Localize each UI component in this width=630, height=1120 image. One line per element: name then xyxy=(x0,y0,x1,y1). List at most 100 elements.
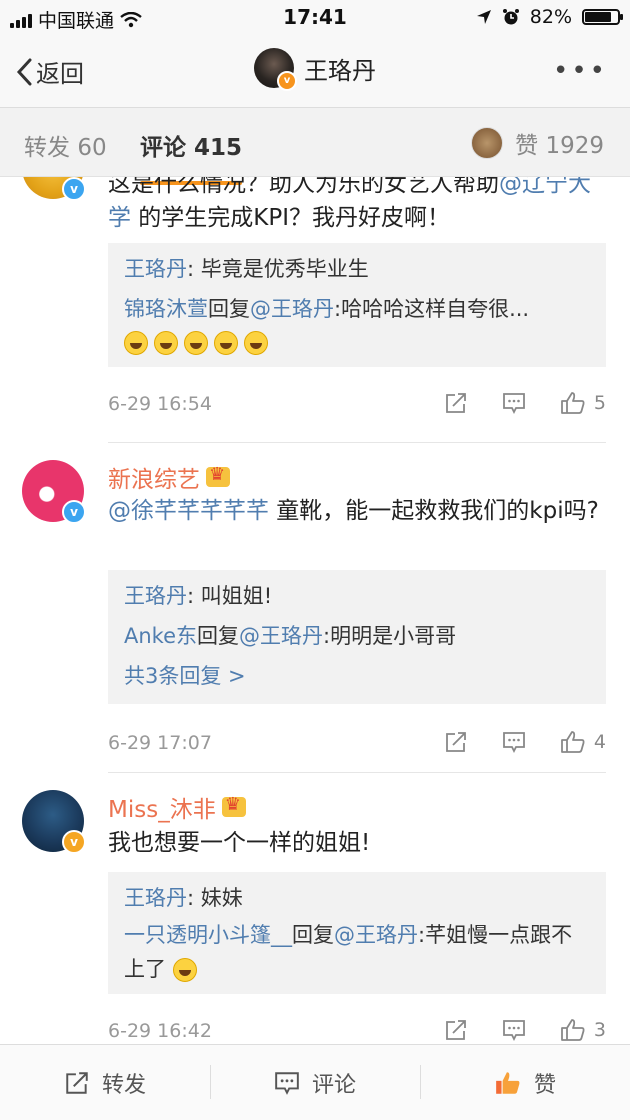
battery-icon xyxy=(582,9,623,25)
reply-author[interactable]: 王珞丹 xyxy=(124,584,187,608)
comment-text-part: 童靴，能一起救救我们的kpi吗? xyxy=(269,498,599,524)
battery-percent: 82% xyxy=(529,6,572,28)
comment-text: @徐芊芊芊芊芊 童靴，能一起救救我们的kpi吗? xyxy=(108,494,606,528)
laughing-crying-emoji-icon xyxy=(244,331,268,355)
comment-date: 6-29 17:07 xyxy=(108,732,212,754)
more-options-icon[interactable]: ••• xyxy=(553,56,608,86)
divider xyxy=(108,772,606,773)
liker-avatar xyxy=(471,127,504,159)
reply-box[interactable]: 王珞丹: 妹妹 一只透明小斗篷__回复@王珞丹:芊姐慢一点跟不上了 xyxy=(108,872,606,994)
tab-likes[interactable]: 赞 1929 xyxy=(471,126,604,160)
comment-icon xyxy=(275,1071,299,1095)
reply-button[interactable] xyxy=(502,1019,526,1041)
comment-text: 这是什么情况？助人为乐的女艺人帮助@辽宁大学 的学生完成KPI？我丹好皮啊！ xyxy=(108,177,606,235)
verified-badge-icon: v xyxy=(277,71,297,91)
like-button[interactable]: 3 xyxy=(560,1018,606,1042)
share-button[interactable] xyxy=(444,1018,468,1042)
reply-text: : 叫姐姐! xyxy=(187,584,273,608)
tab-comment[interactable]: 评论 415 xyxy=(140,128,243,185)
reply-text: 回复 xyxy=(208,297,250,321)
comment-text-part: 这是什么情况？助人为乐的女艺人帮助 xyxy=(108,177,499,197)
reply-text: :明明是小哥哥 xyxy=(323,624,457,648)
divider xyxy=(108,442,606,443)
alarm-icon xyxy=(502,9,519,25)
author-name[interactable]: 新浪综艺 xyxy=(108,460,200,494)
verified-badge-icon: v xyxy=(62,500,86,524)
reply-button[interactable] xyxy=(502,731,526,753)
comment-list[interactable]: v 这是什么情况？助人为乐的女艺人帮助@辽宁大学 的学生完成KPI？我丹好皮啊！… xyxy=(0,177,630,1045)
reply-text: 回复 xyxy=(197,624,240,648)
tab-bar: 转发 60 评论 415 赞 1929 xyxy=(0,108,630,185)
reply-line: 王珞丹: 妹妹 xyxy=(124,878,590,918)
comment-meta: 6-29 16:54 5 xyxy=(108,391,606,421)
laughing-crying-emoji-icon xyxy=(184,331,208,355)
emoji-row xyxy=(124,329,590,359)
comment-button[interactable]: 评论 xyxy=(210,1045,420,1120)
reply-button[interactable] xyxy=(502,392,526,414)
thumbs-up-icon xyxy=(561,731,585,753)
tab-like-count: 1929 xyxy=(545,133,604,159)
avatar[interactable]: v xyxy=(254,48,297,91)
more-replies-link[interactable]: 共3条回复 > xyxy=(124,656,590,696)
reply-box[interactable]: 王珞丹: 毕竟是优秀毕业生 锦珞沐萱回复@王珞丹:哈哈哈这样自夸很... xyxy=(108,243,606,367)
like-count: 4 xyxy=(593,731,606,753)
share-button[interactable] xyxy=(444,730,468,754)
share-button[interactable] xyxy=(444,391,468,415)
like-label: 赞 xyxy=(533,1072,556,1098)
like-button[interactable]: 赞 xyxy=(420,1045,630,1120)
mention-link[interactable]: @王珞丹 xyxy=(334,923,418,947)
reply-text: :哈哈哈这样自夸很... xyxy=(334,297,530,321)
page-title: 王珞丹 xyxy=(304,56,376,85)
comment-author[interactable]: 新浪综艺 xyxy=(108,460,230,494)
laughing-crying-emoji-icon xyxy=(124,331,148,355)
comment-author[interactable]: Miss_沐非 xyxy=(108,790,246,824)
tab-repost-count: 60 xyxy=(77,135,107,161)
reply-line: 王珞丹: 毕竟是优秀毕业生 xyxy=(124,249,590,289)
bottom-toolbar: 转发 评论 赞 xyxy=(0,1044,630,1120)
like-count: 5 xyxy=(593,392,606,414)
like-button[interactable]: 5 xyxy=(560,391,606,415)
tab-like-label: 赞 xyxy=(515,133,539,159)
reply-author[interactable]: 一只透明小斗篷__ xyxy=(124,923,292,947)
like-count: 3 xyxy=(593,1019,606,1041)
thumbs-up-icon xyxy=(496,1071,520,1094)
tab-comment-label: 评论 xyxy=(140,135,186,161)
avatar[interactable]: v xyxy=(22,790,86,854)
reply-author[interactable]: 王珞丹 xyxy=(124,257,187,281)
laughing-crying-emoji-icon xyxy=(172,958,197,982)
reply-box[interactable]: 王珞丹: 叫姐姐! Anke东回复@王珞丹:明明是小哥哥 共3条回复 > xyxy=(108,570,606,704)
mention-link[interactable]: @徐芊芊芊芊芊 xyxy=(108,498,269,524)
comment-item: v 新浪综艺 @徐芊芊芊芊芊 童靴，能一起救救我们的kpi吗? 王珞丹: 叫姐姐… xyxy=(0,460,630,770)
reply-line: Anke东回复@王珞丹:明明是小哥哥 xyxy=(124,616,590,656)
status-bar: 中国联通 17:41 82% xyxy=(0,0,630,34)
battery-fill xyxy=(585,12,612,22)
thumbs-up-icon xyxy=(561,1019,585,1041)
reply-text: : 毕竟是优秀毕业生 xyxy=(187,257,369,281)
crown-icon xyxy=(221,794,246,817)
reply-author[interactable]: 王珞丹 xyxy=(124,886,187,910)
repost-button[interactable]: 转发 xyxy=(0,1045,210,1120)
laughing-crying-emoji-icon xyxy=(154,331,178,355)
comment-item: v 这是什么情况？助人为乐的女艺人帮助@辽宁大学 的学生完成KPI？我丹好皮啊！… xyxy=(0,177,630,437)
author-name[interactable]: Miss_沐非 xyxy=(108,790,216,824)
comment-icon xyxy=(503,732,525,753)
comment-label: 评论 xyxy=(311,1072,356,1098)
avatar[interactable]: v xyxy=(22,460,86,524)
comment-icon xyxy=(503,393,525,414)
share-icon xyxy=(66,1071,88,1094)
mention-link[interactable]: @王珞丹 xyxy=(250,297,334,321)
reply-author[interactable]: 锦珞沐萱 xyxy=(124,297,208,321)
navigation-bar: 返回 v 王珞丹 ••• xyxy=(0,34,630,108)
crown-icon xyxy=(206,464,230,487)
location-icon xyxy=(476,10,491,24)
comment-date: 6-29 16:54 xyxy=(108,393,212,415)
reply-author[interactable]: Anke东 xyxy=(124,624,197,648)
nav-profile[interactable]: v 王珞丹 xyxy=(0,48,630,91)
like-button[interactable]: 4 xyxy=(560,730,606,754)
tab-repost[interactable]: 转发 60 xyxy=(24,128,107,162)
verified-badge-icon: v xyxy=(62,177,86,201)
avatar[interactable]: v xyxy=(22,177,86,201)
comment-meta: 6-29 16:42 3 xyxy=(108,1018,606,1045)
thumbs-up-icon xyxy=(561,392,585,414)
mention-link[interactable]: @王珞丹 xyxy=(239,624,323,648)
